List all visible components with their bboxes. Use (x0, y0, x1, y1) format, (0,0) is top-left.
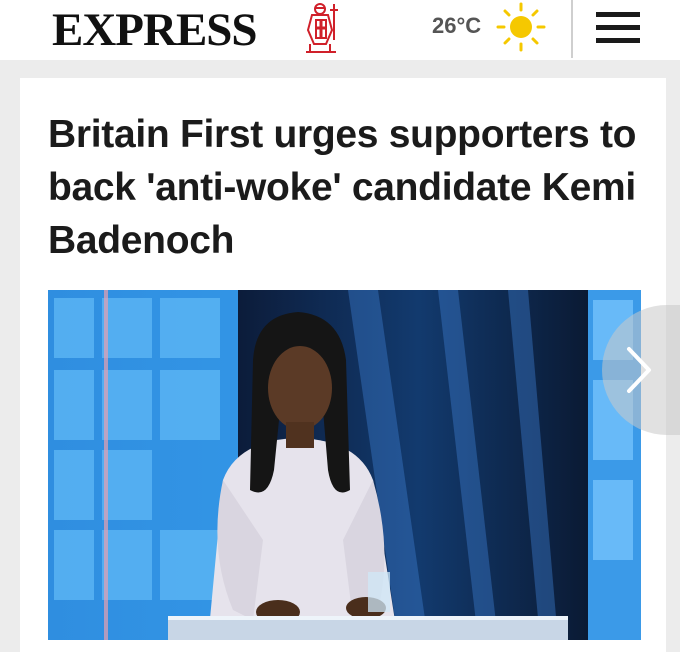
temperature-readout: 26°C (432, 13, 482, 38)
sun-icon (496, 2, 546, 52)
site-logo[interactable]: EXPRESS (52, 2, 258, 58)
article-card[interactable]: Britain First urges supporters to back '… (20, 78, 666, 652)
article-hero-image[interactable] (48, 290, 641, 640)
header-divider (571, 0, 573, 58)
crusader-knight-icon (306, 3, 338, 53)
chevron-right-icon (627, 347, 651, 393)
hamburger-menu-icon[interactable] (594, 8, 642, 48)
site-header: EXPRESS 26°C (0, 0, 680, 60)
photo (48, 290, 641, 640)
article-headline[interactable]: Britain First urges supporters to back '… (48, 108, 638, 267)
